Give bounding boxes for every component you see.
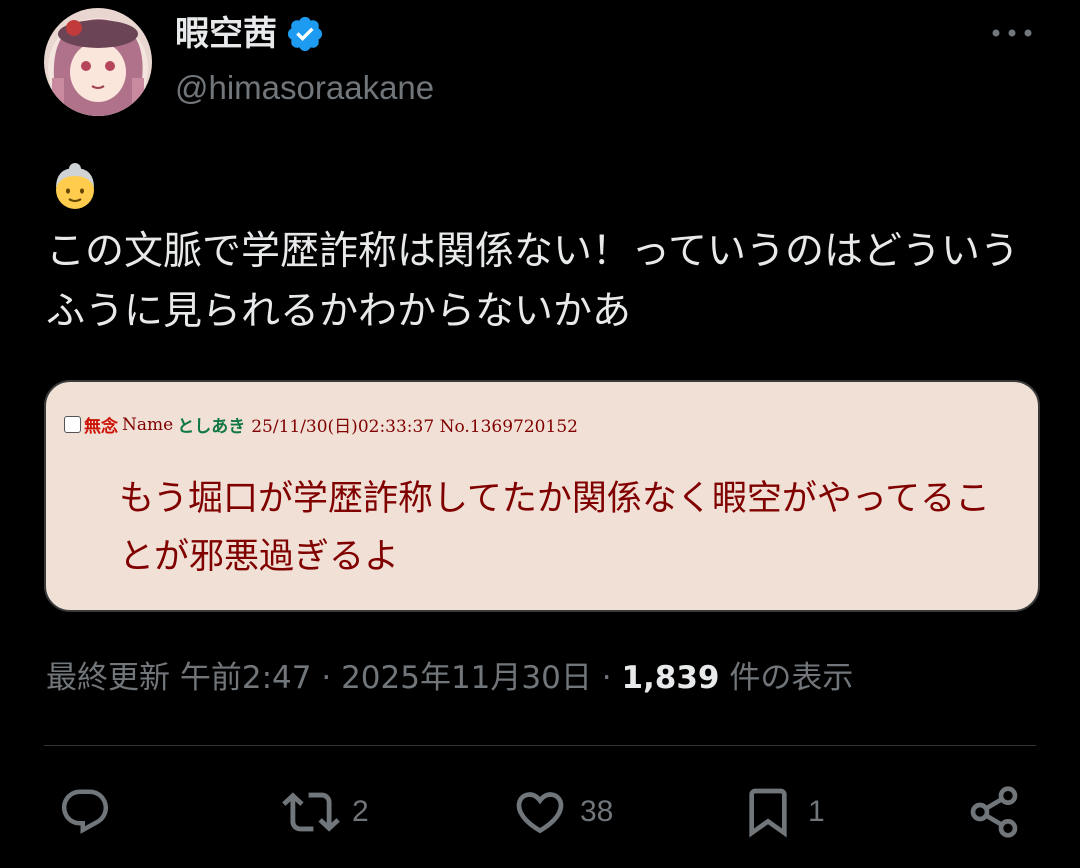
futaba-post-screenshot: 無念 Name としあき 25/11/30(日)02:33:37 No.1369… xyxy=(54,390,1032,600)
like-button[interactable]: 38 xyxy=(512,782,613,842)
updated-label: 最終更新 xyxy=(46,660,170,696)
post-text: この文脈で学歴詐称は関係ない！っていうのはどういうふうに見られるかわからないかあ xyxy=(46,229,1020,334)
futaba-datetime: 25/11/30(日)02:33:37 No.1369720152 xyxy=(251,417,578,437)
attached-image[interactable]: 無念 Name としあき 25/11/30(日)02:33:37 No.1369… xyxy=(44,380,1040,612)
user-handle[interactable]: @himasoraakane xyxy=(175,66,434,110)
post-meta: 最終更新 午前2:47 · 2025年11月30日 · 1,839 件の表示 xyxy=(46,654,853,702)
bookmark-button[interactable]: 1 xyxy=(740,782,825,842)
share-icon xyxy=(970,786,1018,838)
meta-separator: · xyxy=(601,660,612,696)
retweet-count: 2 xyxy=(352,795,369,828)
divider xyxy=(44,745,1036,746)
retweet-icon xyxy=(282,792,340,832)
views-count[interactable]: 1,839 xyxy=(621,660,719,696)
views-label: 件の表示 xyxy=(729,660,854,696)
avatar[interactable] xyxy=(44,8,152,116)
futaba-name-label: Name xyxy=(122,414,174,435)
futaba-post-body: もう堀口が学歴詐称してたか関係なく暇空がやってることが邪悪過ぎるよ xyxy=(119,479,991,577)
heart-icon xyxy=(516,792,564,834)
share-button[interactable] xyxy=(966,782,1022,842)
futaba-name: としあき xyxy=(177,417,246,437)
post-date[interactable]: 2025年11月30日 xyxy=(341,660,592,696)
bookmark-icon xyxy=(749,788,787,838)
display-name-row[interactable]: 暇空茜 xyxy=(175,10,325,58)
verified-badge-icon xyxy=(285,14,325,54)
more-options-icon[interactable] xyxy=(986,18,1038,48)
bookmark-count: 1 xyxy=(808,795,825,828)
reply-button[interactable] xyxy=(58,782,112,842)
like-count: 38 xyxy=(580,795,614,828)
checkbox-icon xyxy=(64,416,81,433)
post-time[interactable]: 午前2:47 xyxy=(180,660,312,696)
older-woman-emoji xyxy=(50,162,100,212)
retweet-button[interactable]: 2 xyxy=(282,782,369,842)
futaba-post-header: 無念 Name としあき 25/11/30(日)02:33:37 No.1369… xyxy=(64,412,578,437)
display-name[interactable]: 暇空茜 xyxy=(175,10,277,58)
futaba-subject: 無念 xyxy=(84,417,118,437)
avatar-image xyxy=(44,8,152,116)
action-bar: 2 38 1 xyxy=(0,782,1080,842)
meta-separator: · xyxy=(321,660,332,696)
reply-icon xyxy=(61,789,109,834)
